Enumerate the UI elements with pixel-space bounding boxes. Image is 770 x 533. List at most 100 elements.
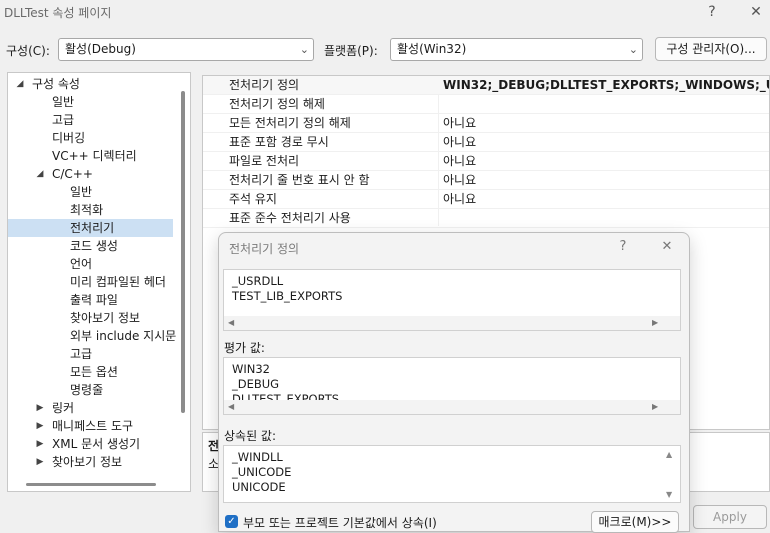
inherited-line: UNICODE [232, 480, 286, 494]
tree-item-config-props[interactable]: ◢ 구성 속성 [8, 75, 190, 93]
inherit-checkbox[interactable]: ✓ [225, 515, 238, 528]
tree-item-pch[interactable]: 미리 컴파일된 헤더 [70, 273, 166, 291]
tree-item-language[interactable]: 언어 [70, 255, 92, 273]
apply-button[interactable]: Apply [693, 505, 767, 529]
tree-item-label: 매니페스트 도구 [52, 419, 134, 433]
property-row[interactable]: 표준 포함 경로 무시 아니요 [203, 133, 769, 152]
tree-item-label: 구성 속성 [32, 77, 80, 91]
tree-item-manifest[interactable]: ▶ 매니페스트 도구 [8, 417, 178, 435]
scroll-right-icon[interactable]: ▶ [652, 316, 658, 330]
dialog-close-button[interactable]: ✕ [649, 235, 685, 259]
property-name: 표준 준수 전처리기 사용 [229, 211, 351, 225]
config-dropdown-value: 활성(Debug) [65, 42, 136, 56]
tree-item-browse[interactable]: ▶ 찾아보기 정보 [8, 453, 178, 471]
definitions-edit-box[interactable]: _USRDLL TEST_LIB_EXPORTS ◀ ▶ [223, 269, 681, 331]
tree-item-command-line[interactable]: 명령줄 [70, 381, 103, 399]
property-row[interactable]: 전처리기 정의 WIN32;_DEBUG;DLLTEST_EXPORTS;_WI… [203, 76, 769, 95]
tree-item-preprocessor[interactable]: 전처리기 [8, 219, 173, 237]
property-name: 주석 유지 [229, 192, 277, 206]
property-row[interactable]: 표준 준수 전처리기 사용 [203, 209, 769, 228]
tree-item-label: 링커 [52, 401, 75, 415]
evaluated-line: _DEBUG [232, 377, 280, 391]
evaluated-values-box: WIN32 _DEBUG DLLTEST_EXPORTS ◀ ▶ [223, 357, 681, 415]
edit-line: TEST_LIB_EXPORTS [232, 289, 343, 303]
tree-item-all-options[interactable]: 모든 옵션 [70, 363, 118, 381]
window-title: DLLTest 속성 페이지 [4, 6, 112, 20]
inherited-line: _WINDLL [232, 450, 283, 464]
inherited-values-box: _WINDLL _UNICODE UNICODE ▲ ▼ [223, 445, 681, 503]
property-value[interactable]: 아니요 [443, 191, 769, 208]
tree-item-external-includes[interactable]: 외부 include 지시문 [70, 327, 176, 345]
property-name: 파일로 전처리 [229, 154, 300, 168]
evaluated-line: WIN32 [232, 362, 270, 376]
inherited-line: _UNICODE [232, 465, 292, 479]
tree-item-label: 찾아보기 정보 [52, 455, 123, 469]
platform-label: 플랫폼(P): [324, 44, 378, 58]
tree-item-codegen[interactable]: 코드 생성 [70, 237, 118, 255]
expand-arrow-icon[interactable]: ▶ [34, 435, 46, 453]
tree-item-vc-dirs[interactable]: VC++ 디렉터리 [52, 147, 137, 165]
property-tree[interactable]: ◢ 구성 속성 일반 고급 디버깅 VC++ 디렉터리 ◢ C/C++ 일반 최… [7, 72, 191, 492]
config-label: 구성(C): [6, 44, 50, 58]
property-row[interactable]: 파일로 전처리 아니요 [203, 152, 769, 171]
expand-arrow-icon[interactable]: ▶ [34, 417, 46, 435]
collapse-arrow-icon[interactable]: ◢ [14, 75, 26, 93]
property-row[interactable]: 모든 전처리기 정의 해제 아니요 [203, 114, 769, 133]
expand-arrow-icon[interactable]: ▶ [34, 453, 46, 471]
tree-item-label: XML 문서 생성기 [52, 437, 141, 451]
close-button[interactable]: ✕ [736, 0, 770, 24]
platform-dropdown-value: 활성(Win32) [397, 42, 467, 56]
property-name: 표준 포함 경로 무시 [229, 135, 329, 149]
evaluated-line: DLLTEST_EXPORTS [232, 392, 340, 400]
tree-item-cpp-general[interactable]: 일반 [70, 183, 92, 201]
edit-horizontal-scrollbar[interactable]: ◀ ▶ [224, 316, 680, 330]
title-bar: DLLTest 속성 페이지 ? ✕ [0, 0, 770, 26]
platform-dropdown[interactable]: 활성(Win32) ⌄ [390, 38, 643, 61]
tree-item-general[interactable]: 일반 [52, 93, 74, 111]
tree-vertical-scrollbar[interactable] [181, 91, 185, 413]
edit-line: _USRDLL [232, 274, 284, 288]
tree-item-cpp[interactable]: ◢ C/C++ [8, 165, 190, 183]
inherited-label: 상속된 값: [224, 429, 277, 443]
property-row[interactable]: 주석 유지 아니요 [203, 190, 769, 209]
tree-item-linker[interactable]: ▶ 링커 [8, 399, 178, 417]
inherit-checkbox-label[interactable]: 부모 또는 프로젝트 기본값에서 상속(I) [243, 514, 437, 531]
chevron-down-icon: ⌄ [299, 43, 309, 56]
tree-horizontal-scrollbar[interactable] [26, 483, 156, 486]
tree-item-label: C/C++ [52, 167, 93, 181]
dialog-title: 전처리기 정의 [229, 242, 300, 256]
config-manager-button[interactable]: 구성 관리자(O)... [655, 37, 767, 61]
tree-item-xml-doc[interactable]: ▶ XML 문서 생성기 [8, 435, 178, 453]
property-value[interactable]: 아니요 [443, 153, 769, 170]
config-dropdown[interactable]: 활성(Debug) ⌄ [58, 38, 314, 61]
scroll-up-icon[interactable]: ▲ [666, 450, 672, 459]
property-value[interactable]: WIN32;_DEBUG;DLLTEST_EXPORTS;_WINDOWS;_U… [443, 77, 769, 94]
expand-arrow-icon[interactable]: ▶ [34, 399, 46, 417]
scroll-left-icon[interactable]: ◀ [228, 400, 234, 414]
help-button[interactable]: ? [692, 0, 732, 24]
collapse-arrow-icon[interactable]: ◢ [34, 165, 46, 183]
property-row[interactable]: 전처리기 줄 번호 표시 안 함 아니요 [203, 171, 769, 190]
property-name: 전처리기 정의 [229, 78, 300, 92]
tree-item-debugging[interactable]: 디버깅 [52, 129, 85, 147]
tree-item-cpp-advanced[interactable]: 고급 [70, 345, 92, 363]
property-row[interactable]: 전처리기 정의 해제 [203, 95, 769, 114]
evaluated-horizontal-scrollbar[interactable]: ◀ ▶ [224, 400, 680, 414]
property-name: 전처리기 정의 해제 [229, 97, 325, 111]
preprocessor-definitions-dialog: 전처리기 정의 ? ✕ _USRDLL TEST_LIB_EXPORTS ◀ ▶… [218, 232, 690, 533]
tree-item-output-files[interactable]: 출력 파일 [70, 291, 118, 309]
evaluated-label: 평가 값: [224, 341, 265, 355]
property-value[interactable]: 아니요 [443, 172, 769, 189]
property-value[interactable]: 아니요 [443, 115, 769, 132]
scroll-down-icon[interactable]: ▼ [666, 490, 672, 499]
scroll-left-icon[interactable]: ◀ [228, 316, 234, 330]
checkmark-icon: ✓ [227, 516, 236, 527]
tree-item-optimization[interactable]: 최적화 [70, 201, 103, 219]
scroll-right-icon[interactable]: ▶ [652, 400, 658, 414]
property-name: 모든 전처리기 정의 해제 [229, 116, 351, 130]
macro-button[interactable]: 매크로(M)>> [591, 511, 679, 533]
tree-item-browse-info[interactable]: 찾아보기 정보 [70, 309, 140, 327]
property-value[interactable]: 아니요 [443, 134, 769, 151]
tree-item-advanced[interactable]: 고급 [52, 111, 74, 129]
dialog-help-button[interactable]: ? [605, 235, 641, 259]
